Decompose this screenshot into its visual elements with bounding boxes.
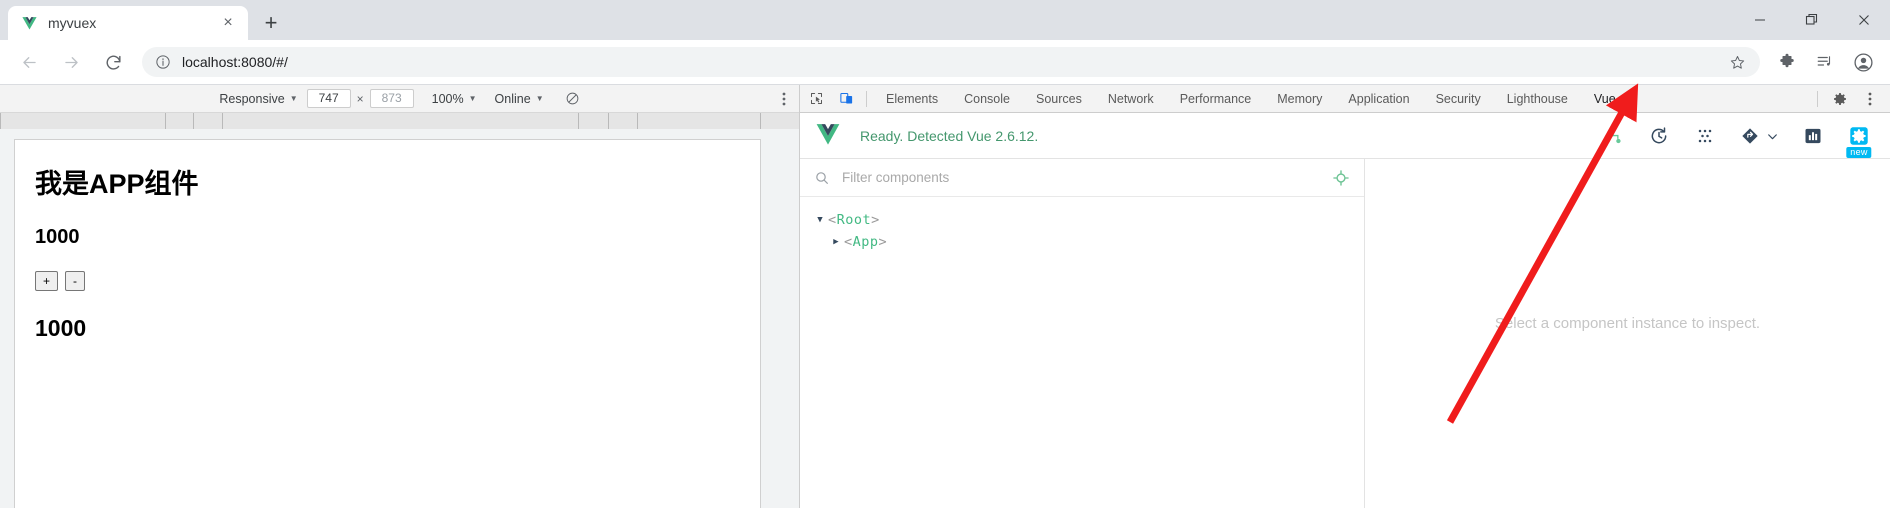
device-toolbar: Responsive ▼ 747 × 873 100% ▼ Online ▼ <box>0 85 799 113</box>
performance-tab-icon[interactable] <box>1790 113 1836 159</box>
vue-logo-icon <box>20 14 38 32</box>
close-window-icon[interactable] <box>1838 0 1890 40</box>
browser-window: myvuex × + localhost:8080/#/ Responsive … <box>0 0 1890 508</box>
component-tree: ▼ <Root> ▶ <App> <box>800 197 1364 253</box>
tree-node-root[interactable]: ▼ <Root> <box>800 209 1364 231</box>
devtools-tab-console[interactable]: Console <box>951 85 1023 113</box>
devtools-tab-memory[interactable]: Memory <box>1264 85 1335 113</box>
devtools-tab-elements[interactable]: Elements <box>873 85 951 113</box>
devtools-tab-lighthouse[interactable]: Lighthouse <box>1494 85 1581 113</box>
filter-components-input[interactable] <box>842 170 1332 185</box>
devtools-toolbar-right <box>1811 85 1884 113</box>
vue-status-text: Ready. Detected Vue 2.6.12. <box>860 127 1039 144</box>
components-tab-icon[interactable] <box>1590 113 1636 159</box>
url-text: localhost:8080/#/ <box>182 54 288 70</box>
back-icon[interactable] <box>12 45 46 79</box>
vue-logo-icon <box>814 123 842 148</box>
devtools-tab-vue[interactable]: Vue <box>1581 85 1629 113</box>
device-toolbar-icon[interactable] <box>832 86 860 112</box>
reload-icon[interactable] <box>96 45 130 79</box>
tree-node-app[interactable]: ▶ <App> <box>800 231 1364 253</box>
routing-tab-icon[interactable] <box>1728 113 1790 159</box>
inspector-empty-message: Select a component instance to inspect. <box>1494 315 1761 332</box>
component-inspector-pane: Select a component instance to inspect. <box>1365 159 1890 508</box>
devtools-tab-security[interactable]: Security <box>1423 85 1494 113</box>
viewport-ruler <box>0 113 799 129</box>
page-heading: 我是APP组件 <box>35 169 199 199</box>
devtools-tab-performance[interactable]: Performance <box>1167 85 1265 113</box>
minimize-icon[interactable] <box>1734 0 1786 40</box>
tab-title: myvuex <box>48 15 97 31</box>
chevron-down-icon: ▼ <box>289 94 298 103</box>
chevron-down-icon: ▼ <box>535 94 544 103</box>
dimension-separator: × <box>356 91 364 106</box>
events-tab-icon[interactable] <box>1682 113 1728 159</box>
search-icon <box>814 170 830 186</box>
device-select[interactable]: Responsive ▼ <box>219 92 297 106</box>
count-small: 1000 <box>35 226 80 248</box>
gear-icon[interactable] <box>1826 86 1854 112</box>
viewport-scroll-area: 我是APP组件 1000 + - 1000 <box>0 129 799 508</box>
filter-components-bar <box>800 159 1364 197</box>
tree-node-label: <App> <box>844 234 888 250</box>
main-split: Responsive ▼ 747 × 873 100% ▼ Online ▼ 我… <box>0 85 1890 508</box>
vue-devtools-actions: new <box>1590 113 1882 159</box>
chevron-down-icon: ▼ <box>468 94 477 103</box>
tab-strip: myvuex × + <box>0 0 288 40</box>
viewport-height-input[interactable]: 873 <box>369 89 414 108</box>
window-controls <box>1734 0 1890 40</box>
new-tab-button[interactable]: + <box>254 6 288 40</box>
toolbar-divider <box>866 90 867 107</box>
browser-titlebar: myvuex × + <box>0 0 1890 40</box>
devtools-more-icon[interactable] <box>1856 86 1884 112</box>
browser-tab-myvuex[interactable]: myvuex × <box>8 6 248 40</box>
close-icon[interactable]: × <box>218 13 238 33</box>
devtools-tab-application[interactable]: Application <box>1335 85 1422 113</box>
browser-toolbar: localhost:8080/#/ <box>0 40 1890 85</box>
no-throttling-icon[interactable] <box>565 91 580 106</box>
devtools-tabbar: Elements Console Sources Network Perform… <box>800 85 1890 113</box>
viewport-width-input[interactable]: 747 <box>306 89 351 108</box>
zoom-level-label: 100% <box>431 91 464 106</box>
new-badge: new <box>1846 147 1872 158</box>
settings-tab-icon[interactable]: new <box>1836 113 1882 159</box>
crosshair-target-icon[interactable] <box>1332 169 1350 187</box>
zoom-select[interactable]: 100% ▼ <box>432 92 477 106</box>
vue-devtools-body: ▼ <Root> ▶ <App> Select a component inst… <box>800 159 1890 508</box>
maximize-restore-icon[interactable] <box>1786 0 1838 40</box>
address-bar[interactable]: localhost:8080/#/ <box>142 47 1760 77</box>
count-large: 1000 <box>35 315 87 341</box>
toolbar-divider <box>1817 91 1818 107</box>
devtools-tab-sources[interactable]: Sources <box>1023 85 1095 113</box>
counter-buttons: + - <box>35 271 750 291</box>
devtools-tab-network[interactable]: Network <box>1095 85 1167 113</box>
throttling-label: Online <box>494 91 531 106</box>
bookmark-star-icon[interactable] <box>1726 51 1748 73</box>
media-list-icon[interactable] <box>1808 45 1842 79</box>
throttling-select[interactable]: Online ▼ <box>495 92 544 106</box>
component-tree-pane: ▼ <Root> ▶ <App> <box>800 159 1365 508</box>
chevron-down-icon[interactable]: ▼ <box>812 215 828 225</box>
device-emulation-pane: Responsive ▼ 747 × 873 100% ▼ Online ▼ 我… <box>0 85 800 508</box>
increment-button[interactable]: + <box>35 271 59 291</box>
profile-avatar-icon[interactable] <box>1846 45 1880 79</box>
tree-node-label: <Root> <box>828 212 880 228</box>
forward-icon[interactable] <box>54 45 88 79</box>
decrement-button[interactable]: - <box>65 271 86 291</box>
inspect-element-icon[interactable] <box>802 86 830 112</box>
chevron-right-icon[interactable]: ▶ <box>828 237 844 247</box>
device-toolbar-more-icon[interactable] <box>777 85 791 113</box>
extensions-puzzle-icon[interactable] <box>1770 45 1804 79</box>
vuex-tab-icon[interactable] <box>1636 113 1682 159</box>
devtools-panel: Elements Console Sources Network Perform… <box>800 85 1890 508</box>
rendered-page: 我是APP组件 1000 + - 1000 <box>14 139 761 508</box>
info-circle-icon[interactable] <box>154 53 172 71</box>
device-select-label: Responsive <box>219 91 285 106</box>
vue-devtools-header: Ready. Detected Vue 2.6.12. new <box>800 113 1890 159</box>
